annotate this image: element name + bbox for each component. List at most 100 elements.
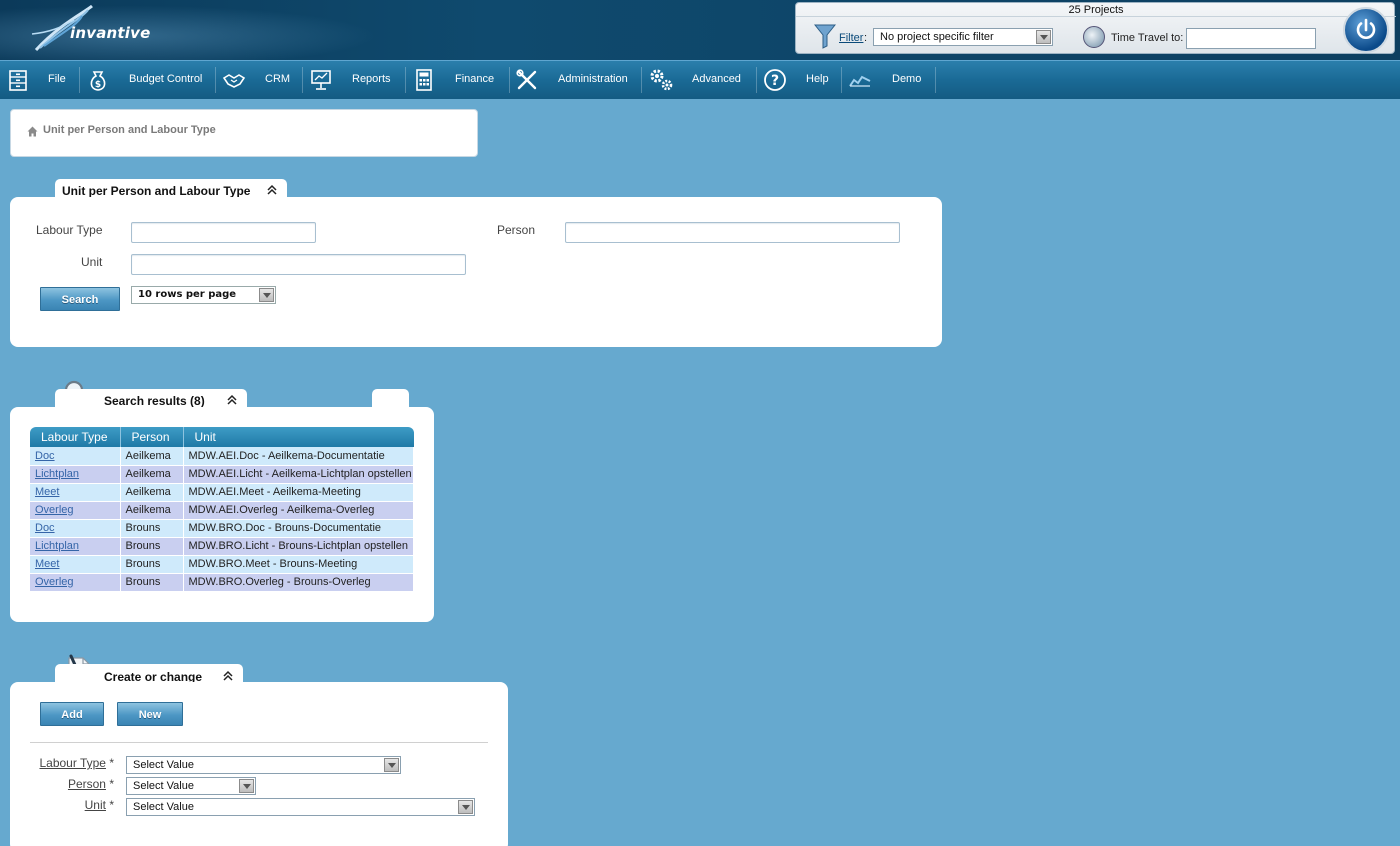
breadcrumb: Unit per Person and Labour Type [10,109,478,157]
labour-type-search-input[interactable] [131,222,316,243]
main-menu-bar: File $ Budget Control CRM Reports Financ… [0,60,1400,99]
menu-demo[interactable]: Demo [842,61,936,99]
labour-type-cell: Doc [30,447,121,466]
labour-type-cell: Overleg [30,573,121,592]
demo-icon [849,75,871,87]
labour-type-field-label: Labour Type * [30,756,114,770]
person-cell: Aeilkema [120,447,184,466]
chevron-down-icon[interactable] [259,288,274,302]
table-row: Lichtplan Brouns MDW.BRO.Licht - Brouns-… [30,537,414,556]
labour-type-link[interactable]: Lichtplan [35,540,79,552]
menu-help-label: Help [806,73,829,85]
svg-text:?: ? [771,73,779,89]
unit-cell: MDW.AEI.Doc - Aeilkema-Documentatie [183,447,414,466]
person-cell: Aeilkema [120,501,184,520]
filter-link[interactable]: Filter [839,32,863,44]
menu-budget-control[interactable]: $ Budget Control [80,61,216,99]
tools-icon [516,69,537,90]
labour-type-link[interactable]: Overleg [35,504,74,516]
menu-reports[interactable]: Reports [303,61,405,99]
person-cell: Brouns [120,537,184,556]
time-travel-globe-icon [1083,26,1105,48]
results-panel-tab: Search results (8) [55,389,247,409]
search-panel-title: Unit per Person and Labour Type [62,184,251,198]
chevron-down-icon[interactable] [239,779,254,793]
labour-type-link[interactable]: Doc [35,450,55,462]
collapse-icon[interactable] [266,184,278,196]
labour-type-label: Labour Type [36,223,103,237]
rows-per-page-select[interactable]: 10 rows per page [131,286,276,304]
menu-separator [935,67,936,93]
menu-administration[interactable]: Administration [510,61,641,99]
chevron-down-icon[interactable] [458,800,473,814]
menu-crm[interactable]: CRM [216,61,302,99]
menu-budget-control-label: Budget Control [129,73,203,85]
unit-cell: MDW.BRO.Doc - Brouns-Documentatie [183,519,414,538]
menu-advanced[interactable]: Advanced [642,61,756,99]
labour-type-cell: Overleg [30,501,121,520]
required-marker: * [109,798,114,812]
unit-select[interactable]: Select Value [126,798,475,816]
labour-type-link[interactable]: Doc [35,522,55,534]
results-extra-tab[interactable] [372,389,409,409]
column-header-unit[interactable]: Unit [183,427,414,447]
unit-cell: MDW.BRO.Overleg - Brouns-Overleg [183,573,414,592]
time-travel-label: Time Travel to: [1111,32,1184,44]
person-cell: Aeilkema [120,483,184,502]
breadcrumb-current: Unit per Person and Labour Type [43,124,216,136]
labour-type-select-value: Select Value [133,759,194,771]
required-marker: * [109,777,114,791]
unit-cell: MDW.BRO.Meet - Brouns-Meeting [183,555,414,574]
collapse-icon[interactable] [222,670,234,682]
person-select[interactable]: Select Value [126,777,256,795]
results-table: Labour Type Person Unit Doc Aeilkema MDW… [30,427,414,592]
new-button[interactable]: New [117,702,183,726]
home-icon[interactable] [27,126,38,137]
labour-type-cell: Meet [30,483,121,502]
handshake-icon [222,74,246,88]
table-row: Overleg Aeilkema MDW.AEI.Overleg - Aeilk… [30,501,414,520]
labour-type-link[interactable]: Overleg [35,576,74,588]
person-field-label-text[interactable]: Person [68,777,106,791]
time-travel-input[interactable] [1186,28,1316,49]
menu-finance[interactable]: Finance [406,61,509,99]
labour-type-link[interactable]: Meet [35,486,59,498]
money-bag-icon: $ [90,71,106,91]
labour-type-link[interactable]: Meet [35,558,59,570]
unit-field-label-text[interactable]: Unit [85,798,106,812]
person-search-input[interactable] [565,222,900,243]
search-panel-tab: Unit per Person and Labour Type [55,179,287,199]
table-row: Meet Aeilkema MDW.AEI.Meet - Aeilkema-Me… [30,483,414,502]
labour-type-select[interactable]: Select Value [126,756,401,774]
add-button[interactable]: Add [40,702,104,726]
unit-cell: MDW.BRO.Licht - Brouns-Lichtplan opstell… [183,537,414,556]
column-header-person[interactable]: Person [120,427,184,447]
collapse-icon[interactable] [226,394,238,406]
required-marker: * [109,756,114,770]
menu-help[interactable]: ? Help [757,61,841,99]
divider [30,742,488,743]
logout-power-button[interactable] [1343,7,1389,53]
logo-text: invantive [70,24,151,42]
chevron-down-icon[interactable] [1036,30,1051,44]
unit-search-input[interactable] [131,254,466,275]
menu-advanced-label: Advanced [692,73,741,85]
presentation-board-icon [311,70,331,90]
search-button[interactable]: Search [40,287,120,311]
table-row: Meet Brouns MDW.BRO.Meet - Brouns-Meetin… [30,555,414,574]
column-header-labour-type[interactable]: Labour Type [30,427,121,447]
unit-cell: MDW.AEI.Licht - Aeilkema-Lichtplan opste… [183,465,414,484]
filter-funnel-icon[interactable] [814,23,836,49]
menu-file[interactable]: File [0,61,80,99]
labour-type-cell: Lichtplan [30,537,121,556]
project-filter-select[interactable]: No project specific filter [873,28,1053,46]
chevron-down-icon[interactable] [384,758,399,772]
unit-cell: MDW.AEI.Overleg - Aeilkema-Overleg [183,501,414,520]
unit-select-value: Select Value [133,801,194,813]
table-row: Doc Brouns MDW.BRO.Doc - Brouns-Document… [30,519,414,538]
labour-type-link[interactable]: Lichtplan [35,468,79,480]
gears-icon [650,69,673,91]
filter-colon: : [864,32,868,44]
labour-type-field-label-text[interactable]: Labour Type [39,756,106,770]
person-cell: Brouns [120,519,184,538]
